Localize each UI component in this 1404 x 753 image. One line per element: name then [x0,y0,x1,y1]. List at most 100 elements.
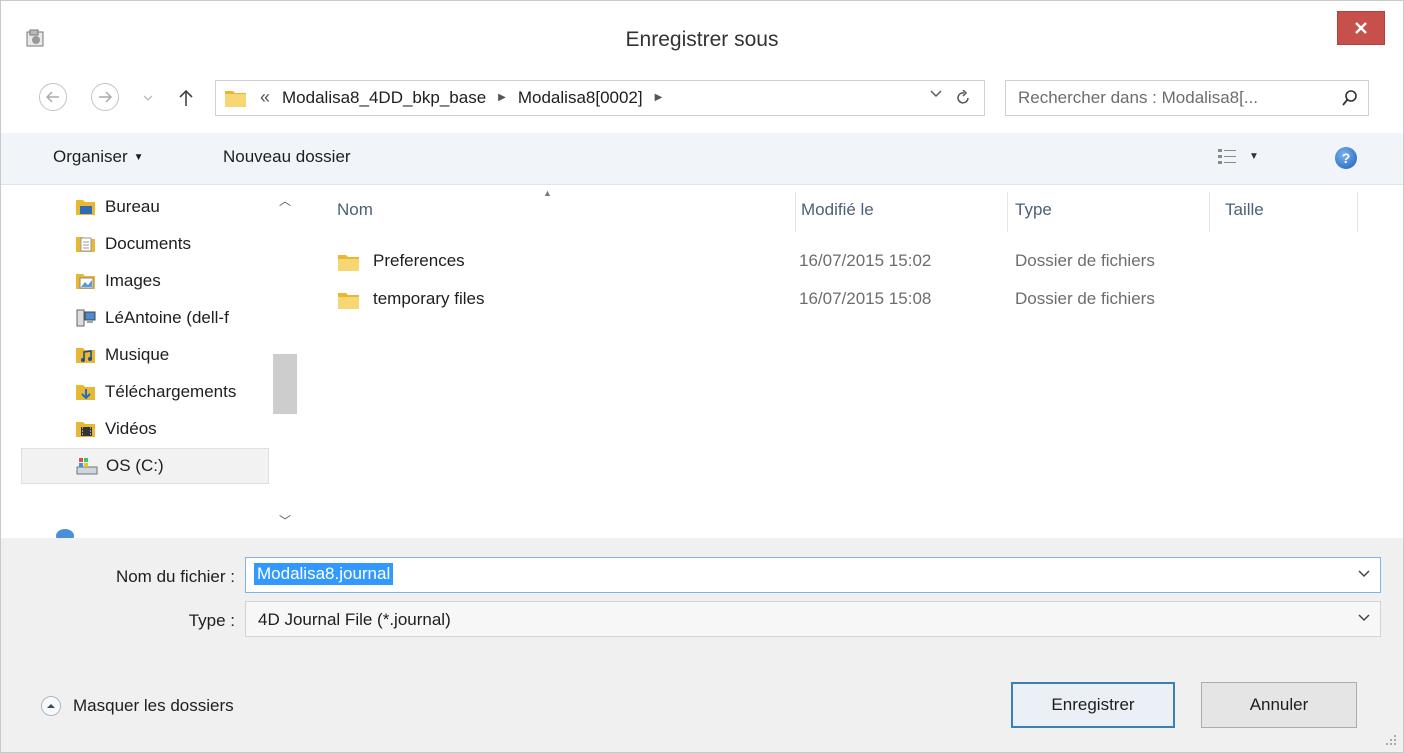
file-type-select[interactable]: 4D Journal File (*.journal) [245,601,1381,637]
filename-label: Nom du fichier : [115,567,235,586]
chevron-down-icon: ▼ [1249,150,1259,162]
file-type-label: Type : [188,611,235,630]
file-type: Dossier de fichiers [1015,289,1155,308]
column-header-type[interactable]: Type [1015,200,1052,220]
up-arrow-icon[interactable] [179,89,193,107]
organize-menu-button[interactable]: Organiser ▼ [53,147,144,167]
filename-input[interactable]: Modalisa8.journal [254,563,394,585]
drive-icon [76,458,98,475]
scroll-down-icon[interactable]: ﹀ [279,512,291,529]
file-type: Dossier de fichiers [1015,251,1155,270]
resize-grip-icon[interactable] [1385,734,1397,746]
filename-field[interactable]: Modalisa8.journal [245,557,1381,593]
column-divider[interactable] [1209,192,1210,232]
sidebar-item-bureau[interactable]: Bureau [21,189,269,225]
sidebar-item-label: Téléchargements [105,382,237,401]
sidebar-item-musique[interactable]: Musique [21,337,269,373]
search-box[interactable]: Rechercher dans : Modalisa8[... [1005,80,1369,116]
file-modified: 16/07/2015 15:02 [799,251,932,270]
scrollbar-thumb[interactable] [273,354,297,414]
refresh-icon [957,90,969,104]
address-bar[interactable]: « Modalisa8_4DD_bkp_base ▶ Modalisa8[000… [215,80,985,116]
breadcrumb: « Modalisa8_4DD_bkp_base ▶ Modalisa8[000… [260,87,662,108]
chevron-down-icon[interactable] [1358,570,1370,578]
navigation-row: « Modalisa8_4DD_bkp_base ▶ Modalisa8[000… [1,69,1403,133]
search-icon[interactable] [1342,89,1358,107]
collapse-icon [41,696,61,716]
sidebar-item-label: LéAntoine (dell-f [105,308,229,327]
table-row[interactable]: temporary files 16/07/2015 15:08 Dossier… [331,281,1211,317]
column-header-modified[interactable]: Modifié le [801,200,874,220]
breadcrumb-overflow[interactable]: « [260,87,270,108]
chevron-down-icon[interactable] [1358,614,1370,622]
forward-arrow-icon [99,91,112,103]
sidebar-item-documents[interactable]: Documents [21,226,269,262]
hide-folders-label: Masquer les dossiers [73,696,234,715]
navigation-scrollbar[interactable]: ︿ ﹀ [271,186,299,538]
forward-button[interactable] [91,83,119,111]
change-view-button[interactable]: ▼ [1217,147,1259,165]
organize-label: Organiser [53,147,128,166]
close-icon [1355,22,1367,34]
back-arrow-icon [46,91,59,103]
file-type-value: 4D Journal File (*.journal) [258,610,451,629]
folder-icon [338,255,359,271]
help-icon[interactable]: ? [1335,147,1357,169]
sort-ascending-icon: ▲ [543,188,552,198]
folder-icon [225,91,246,107]
sidebar-item-label: Images [105,271,161,290]
column-divider[interactable] [1007,192,1008,232]
documents-icon [76,237,95,252]
breadcrumb-item[interactable]: Modalisa8_4DD_bkp_base [282,88,486,108]
navigation-pane: Bureau Documents Images LéAntoine (dell-… [1,186,301,538]
desktop-folder-icon [76,200,95,215]
new-folder-button[interactable]: Nouveau dossier [223,147,351,167]
dialog-title: Enregistrer sous [625,28,779,51]
sidebar-item-os-c[interactable]: OS (C:) [21,448,269,484]
breadcrumb-separator-icon[interactable]: ▶ [498,92,506,103]
music-folder-icon [76,348,95,363]
cancel-button[interactable]: Annuler [1201,682,1357,728]
table-row[interactable]: Preferences 16/07/2015 15:02 Dossier de … [331,243,1211,279]
sidebar-item-label: OS (C:) [106,456,164,475]
sidebar-item-videos[interactable]: Vidéos [21,411,269,447]
sidebar-item-network-computer[interactable]: LéAntoine (dell-f [21,300,269,336]
column-divider[interactable] [795,192,796,232]
breadcrumb-item[interactable]: Modalisa8[0002] [518,88,643,108]
recent-locations-icon[interactable] [143,95,153,101]
network-icon [56,529,74,538]
chevron-down-icon: ▼ [133,152,144,163]
column-divider[interactable] [1357,192,1358,232]
sidebar-item-images[interactable]: Images [21,263,269,299]
sidebar-item-label: Documents [105,234,191,253]
breadcrumb-separator-icon[interactable]: ▶ [655,92,663,103]
network-computer-icon [76,309,96,327]
sidebar-item-telechargements[interactable]: Téléchargements [21,374,269,410]
file-name: Preferences [373,251,465,270]
file-list: ▲ Nom Modifié le Type Taille Preferences… [301,186,1403,538]
hide-folders-toggle[interactable]: Masquer les dossiers [41,696,234,716]
view-details-icon [1218,149,1236,164]
close-button[interactable] [1337,11,1385,45]
sidebar-item-label: Vidéos [105,419,157,438]
search-input[interactable]: Rechercher dans : Modalisa8[... [1018,88,1258,108]
file-modified: 16/07/2015 15:08 [799,289,932,308]
videos-folder-icon [76,422,95,437]
column-header-size[interactable]: Taille [1225,200,1264,220]
back-button[interactable] [39,83,67,111]
title-bar: Enregistrer sous [1,1,1403,69]
command-bar: Organiser ▼ Nouveau dossier ▼ ? [1,133,1403,185]
pictures-icon [76,274,95,289]
folder-icon [338,293,359,309]
save-button[interactable]: Enregistrer [1011,682,1175,728]
column-header-name[interactable]: Nom [337,200,373,220]
refresh-button[interactable] [950,86,976,110]
sidebar-item-label: Musique [105,345,170,364]
address-history-dropdown-icon[interactable] [930,90,942,98]
save-as-dialog: Enregistrer sous « Modalisa8_4DD_bkp_bas… [0,0,1404,753]
sidebar-item-label: Bureau [105,197,160,216]
downloads-folder-icon [76,385,95,400]
save-form: Nom du fichier : Modalisa8.journal Type … [1,538,1403,752]
scroll-up-icon[interactable]: ︿ [279,192,291,209]
file-name: temporary files [373,289,485,308]
